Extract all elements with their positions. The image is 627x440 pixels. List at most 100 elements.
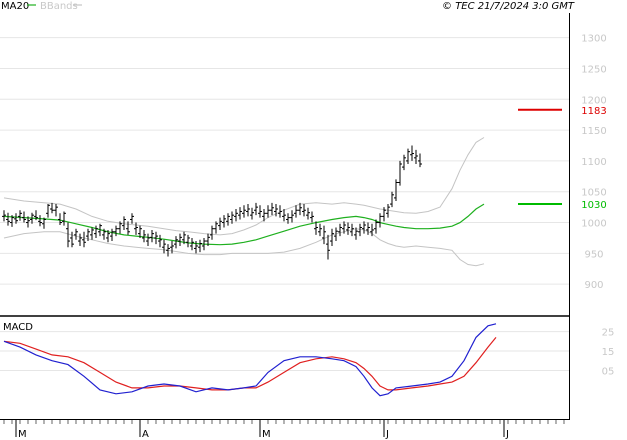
price-bar bbox=[90, 227, 94, 240]
price-bar bbox=[338, 223, 342, 237]
price-bar bbox=[410, 145, 414, 161]
price-bar bbox=[126, 221, 130, 235]
price-bar bbox=[366, 222, 370, 235]
price-bar bbox=[178, 233, 182, 246]
price-tick-label: 1250 bbox=[581, 64, 606, 75]
price-bar bbox=[310, 211, 314, 223]
price-bar bbox=[414, 149, 418, 164]
price-bar bbox=[58, 213, 62, 226]
price-bar bbox=[70, 231, 74, 248]
level-label: 1030 bbox=[581, 200, 606, 211]
price-bar bbox=[190, 237, 194, 251]
level-label: 1183 bbox=[581, 106, 606, 117]
price-tick-label: 1050 bbox=[581, 188, 606, 199]
macd-tick-label: 25 bbox=[602, 328, 615, 339]
price-bar bbox=[378, 213, 382, 228]
price-bar bbox=[346, 222, 350, 235]
price-bar bbox=[234, 208, 238, 222]
price-bar bbox=[266, 205, 270, 218]
price-bar bbox=[258, 205, 262, 218]
price-bar bbox=[250, 207, 254, 220]
price-tick-label: 1200 bbox=[581, 95, 606, 106]
price-bar bbox=[398, 160, 402, 186]
price-bar bbox=[318, 223, 322, 237]
price-bar bbox=[302, 204, 306, 217]
price-bar bbox=[114, 225, 118, 237]
macd-panel: 05 15 25 MACD bbox=[0, 322, 615, 397]
macd-tick-label: 15 bbox=[602, 347, 615, 358]
price-bar bbox=[394, 179, 398, 201]
price-tick-label: 1000 bbox=[581, 219, 606, 230]
legend-ma20: MA20 bbox=[1, 1, 29, 12]
price-bar bbox=[146, 233, 150, 246]
price-bar bbox=[78, 233, 82, 246]
price-bar bbox=[330, 228, 334, 246]
macd-title: MACD bbox=[3, 322, 33, 333]
price-bar bbox=[230, 211, 234, 224]
x-month-label: J bbox=[505, 429, 509, 440]
price-y-axis: 900 950 1000 1050 1100 1150 1200 1250 1300 bbox=[581, 34, 606, 292]
x-month-label: A bbox=[142, 429, 149, 440]
price-gridlines bbox=[0, 37, 569, 285]
macd-y-axis: 05 15 25 bbox=[602, 328, 615, 378]
price-bar bbox=[158, 234, 162, 248]
price-bar bbox=[254, 202, 258, 216]
price-bar bbox=[238, 207, 242, 220]
price-bar bbox=[18, 210, 22, 221]
price-tick-label: 1150 bbox=[581, 126, 606, 137]
price-bar bbox=[218, 217, 222, 230]
price-bar bbox=[362, 221, 366, 234]
price-bar bbox=[270, 202, 274, 216]
chart-canvas: 1183 1030 900 950 1000 1050 1100 1150 1200 1250 1… bbox=[0, 1, 616, 440]
price-bar bbox=[418, 153, 422, 168]
price-bar bbox=[294, 205, 298, 218]
x-month-label: M bbox=[262, 429, 271, 440]
price-bar bbox=[306, 207, 310, 220]
price-bar bbox=[390, 191, 394, 208]
copyright-timestamp: © TEC 21/7/2024 3:0 GMT bbox=[442, 1, 575, 12]
legend-bbands: BBands bbox=[40, 1, 78, 12]
x-month-label: J bbox=[385, 429, 389, 440]
price-bar bbox=[198, 239, 202, 253]
macd-tick-label: 05 bbox=[602, 366, 615, 377]
price-panel: 1183 1030 900 950 1000 1050 1100 1150 1200 1250 1… bbox=[0, 34, 616, 292]
price-bar bbox=[214, 221, 218, 234]
price-tick-label: 1300 bbox=[581, 34, 606, 45]
price-bar bbox=[46, 204, 50, 218]
price-bar bbox=[50, 202, 54, 214]
x-month-label: M bbox=[18, 429, 27, 440]
price-bar bbox=[226, 213, 230, 226]
price-bar bbox=[162, 239, 166, 254]
price-bar bbox=[210, 225, 214, 240]
macd-signal-line bbox=[3, 337, 497, 391]
price-bar bbox=[322, 225, 326, 245]
price-bar bbox=[246, 204, 250, 217]
price-bar bbox=[278, 205, 282, 218]
header: MA20 BBands © TEC 21/7/2024 3:0 GMT bbox=[1, 1, 575, 12]
x-axis: MAMJJ bbox=[3, 419, 565, 440]
price-bar bbox=[402, 154, 406, 171]
macd-lines-layer bbox=[3, 323, 497, 397]
price-bars-layer bbox=[2, 145, 422, 260]
price-bar bbox=[54, 204, 58, 217]
price-bar bbox=[326, 234, 330, 260]
price-bar bbox=[2, 210, 6, 222]
macd-gridlines bbox=[0, 331, 569, 371]
price-bar bbox=[142, 229, 146, 243]
price-bar bbox=[174, 236, 178, 249]
price-tick-label: 950 bbox=[584, 249, 603, 260]
macd-line bbox=[3, 323, 497, 397]
price-bar bbox=[74, 228, 78, 240]
price-bar bbox=[222, 215, 226, 228]
price-bar bbox=[406, 148, 410, 164]
price-bar bbox=[242, 205, 246, 218]
price-bar bbox=[110, 228, 114, 242]
price-tick-label: 1100 bbox=[581, 157, 606, 168]
price-bar bbox=[62, 211, 66, 226]
price-bar bbox=[94, 225, 98, 238]
price-bar bbox=[6, 212, 10, 226]
price-bar bbox=[38, 215, 42, 227]
price-bar bbox=[82, 231, 86, 248]
price-bar bbox=[290, 210, 294, 223]
price-bar bbox=[150, 229, 154, 243]
